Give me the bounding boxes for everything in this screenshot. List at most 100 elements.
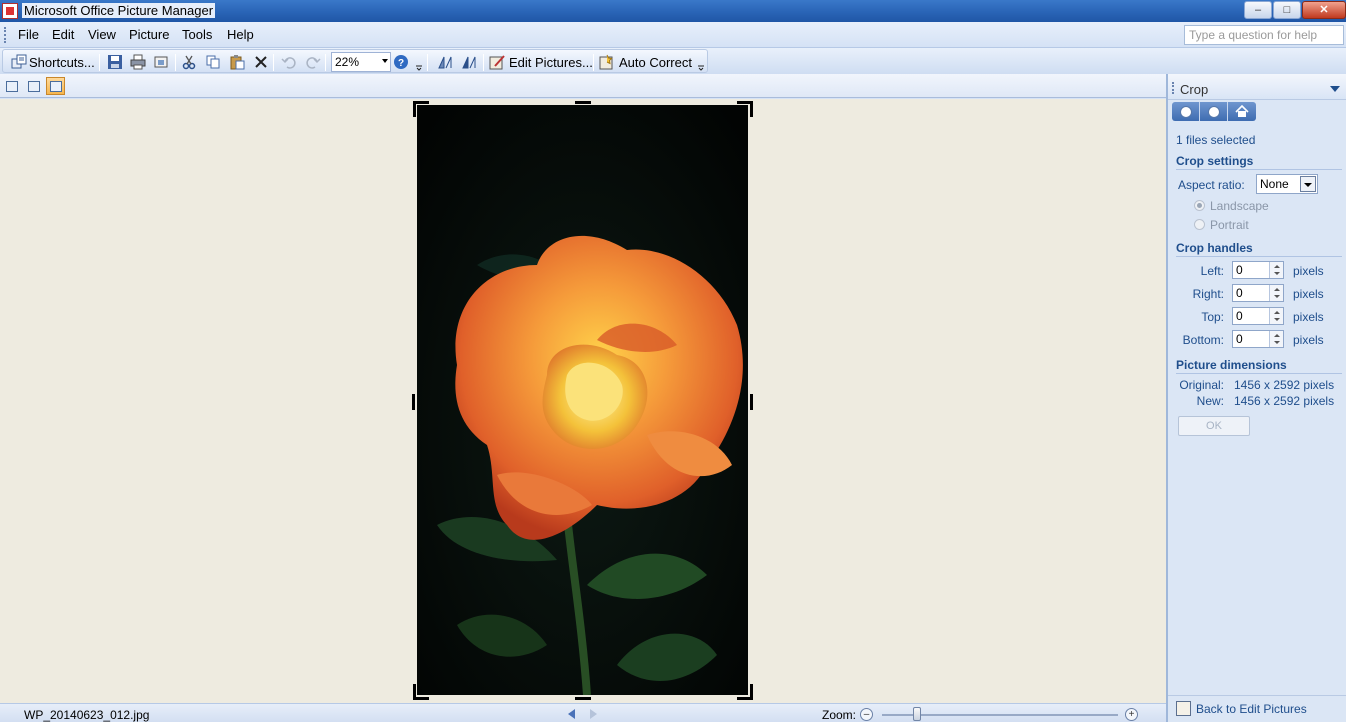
help-search-input[interactable]: Type a question for help (1184, 25, 1344, 45)
menu-edit[interactable]: Edit (52, 27, 74, 42)
help-button[interactable]: ? (393, 53, 409, 71)
spin-arrows-icon[interactable] (1269, 331, 1283, 347)
shortcuts-button[interactable]: Shortcuts... (11, 53, 95, 71)
print-icon (130, 54, 146, 70)
close-button[interactable]: ✕ (1302, 1, 1346, 19)
redo-button[interactable] (305, 53, 321, 71)
task-pane-title: Crop (1180, 82, 1209, 97)
ok-button[interactable]: OK (1178, 416, 1250, 436)
rotate-left-button[interactable] (437, 53, 453, 71)
landscape-radio[interactable] (1194, 200, 1205, 211)
menubar-grip[interactable] (4, 27, 7, 43)
file-name: WP_20140623_012.jpg (24, 708, 150, 722)
picture-preview[interactable] (417, 105, 748, 695)
auto-correct-button[interactable]: Auto Correct (599, 53, 692, 71)
top-crop-spinner[interactable]: 0 (1232, 307, 1284, 325)
edit-pictures-button[interactable]: Edit Pictures... (489, 53, 593, 71)
copy-button[interactable] (205, 53, 221, 71)
right-crop-value: 0 (1236, 286, 1243, 300)
back-arrow-icon (1179, 105, 1192, 118)
toolbar-separator (175, 54, 176, 71)
zoom-out-icon[interactable]: – (860, 708, 873, 721)
zoom-slider-thumb[interactable] (913, 707, 922, 721)
zoom-in-icon[interactable]: + (1125, 708, 1138, 721)
next-picture-icon[interactable] (590, 709, 597, 719)
filmstrip-icon (28, 81, 40, 92)
pane-grip[interactable] (1172, 82, 1174, 94)
spin-arrows-icon[interactable] (1269, 285, 1283, 301)
crop-handle-bottom-right[interactable] (750, 684, 753, 700)
single-picture-view-button[interactable] (46, 77, 65, 95)
portrait-radio[interactable] (1194, 219, 1205, 230)
files-selected-text: 1 files selected (1176, 133, 1256, 147)
minimize-button[interactable]: – (1244, 1, 1272, 19)
maximize-button[interactable]: □ (1273, 1, 1301, 19)
toolbar-separator (427, 54, 428, 71)
back-to-edit-pictures-link[interactable]: Back to Edit Pictures (1196, 702, 1307, 716)
menu-help[interactable]: Help (227, 27, 254, 42)
new-label: New: (1196, 394, 1224, 408)
menu-view[interactable]: View (88, 27, 116, 42)
chevron-down-icon (382, 59, 388, 63)
chevron-down-icon[interactable] (1330, 86, 1340, 92)
back-button[interactable] (1172, 102, 1200, 121)
zoom-select[interactable]: 22% (331, 52, 391, 72)
delete-button[interactable] (253, 53, 269, 71)
bottom-crop-spinner[interactable]: 0 (1232, 330, 1284, 348)
filmstrip-view-button[interactable] (24, 77, 43, 95)
spin-arrows-icon[interactable] (1269, 308, 1283, 324)
right-unit: pixels (1293, 287, 1324, 301)
original-label: Original: (1179, 378, 1224, 392)
cut-button[interactable] (181, 53, 197, 71)
task-pane-navigation (1172, 102, 1256, 121)
rotate-right-button[interactable] (461, 53, 477, 71)
email-button[interactable] (153, 53, 169, 71)
toolbar-separator (593, 54, 594, 71)
menu-file[interactable]: File (18, 27, 39, 42)
status-bar: WP_20140623_012.jpg Zoom: – + (0, 703, 1166, 722)
cut-icon (182, 55, 196, 70)
save-button[interactable] (107, 53, 123, 71)
edit-pictures-label: Edit Pictures... (509, 54, 593, 70)
left-crop-spinner[interactable]: 0 (1232, 261, 1284, 279)
spin-arrows-icon[interactable] (1269, 262, 1283, 278)
crop-handle-bottom-left[interactable] (413, 684, 416, 700)
standard-toolbar: Shortcuts... 22% ? Edit Pictures... Auto… (0, 48, 1346, 74)
home-button[interactable] (1228, 102, 1256, 121)
paste-button[interactable] (229, 53, 245, 71)
thumbnails-icon (6, 81, 18, 92)
crop-handle-top-left[interactable] (413, 101, 416, 117)
crop-handle-right[interactable] (750, 394, 753, 410)
picture-dimensions-heading: Picture dimensions (1176, 358, 1342, 374)
top-crop-value: 0 (1236, 309, 1243, 323)
single-picture-icon (50, 81, 62, 92)
crop-handle-left[interactable] (412, 394, 415, 410)
right-crop-spinner[interactable]: 0 (1232, 284, 1284, 302)
left-label: Left: (1200, 264, 1224, 278)
delete-icon (255, 56, 267, 68)
thumbnail-view-button[interactable] (2, 77, 21, 95)
menu-bar: File Edit View Picture Tools Help Type a… (0, 22, 1346, 48)
crop-handle-bottom[interactable] (575, 697, 591, 700)
crop-handle-top-right[interactable] (750, 101, 753, 117)
right-label: Right: (1192, 287, 1224, 301)
rotate-left-icon (438, 56, 452, 69)
toolbar-separator (483, 54, 484, 71)
menu-picture[interactable]: Picture (129, 27, 169, 42)
svg-text:?: ? (398, 58, 404, 69)
print-button[interactable] (130, 53, 146, 71)
bottom-unit: pixels (1293, 333, 1324, 347)
previous-picture-icon[interactable] (568, 709, 575, 719)
left-unit: pixels (1293, 264, 1324, 278)
forward-button[interactable] (1200, 102, 1228, 121)
paste-icon (230, 55, 245, 70)
rose-photo (417, 105, 748, 695)
aspect-ratio-select[interactable]: None (1256, 174, 1318, 194)
toolbar-strip: Shortcuts... 22% ? Edit Pictures... Auto… (2, 49, 708, 73)
overflow-icon (416, 65, 422, 71)
crop-handle-top[interactable] (575, 101, 591, 104)
undo-button[interactable] (281, 53, 297, 71)
home-icon (1235, 105, 1249, 117)
top-label: Top: (1201, 310, 1224, 324)
menu-tools[interactable]: Tools (182, 27, 212, 42)
